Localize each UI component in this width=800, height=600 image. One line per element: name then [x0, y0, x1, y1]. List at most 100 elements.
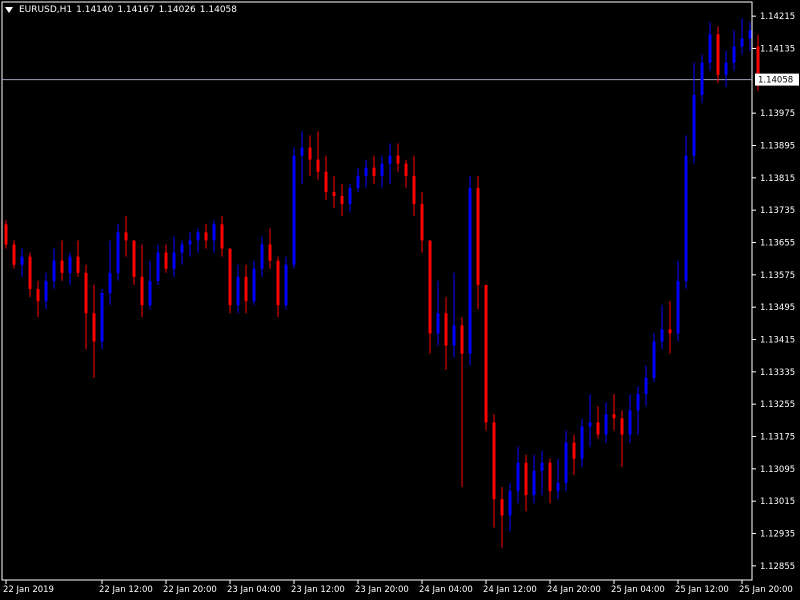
symbol-label: EURUSD,H1	[19, 5, 73, 15]
candle-body	[196, 232, 200, 241]
candle-body	[372, 167, 376, 176]
candle-body	[540, 462, 544, 471]
candle-body	[284, 264, 288, 306]
candle-body	[380, 163, 384, 176]
candle-body	[300, 147, 304, 156]
x-tick-label: 25 Jan 04:00	[611, 585, 665, 595]
candle-body	[364, 167, 368, 176]
y-tick-label: 1.13255	[760, 400, 795, 410]
y-tick-label: 1.13175	[760, 433, 795, 443]
x-tick-label: 25 Jan 20:00	[739, 585, 793, 595]
candle-body	[164, 252, 168, 269]
candle-body	[188, 240, 192, 245]
candle-body	[700, 62, 704, 95]
candle-body	[20, 256, 24, 265]
candle-body	[636, 394, 640, 411]
ohlc-high: 1.14167	[117, 5, 155, 15]
candle-body	[60, 260, 64, 273]
candle-body	[748, 30, 752, 39]
candle-body	[28, 256, 32, 289]
candle-body	[76, 256, 80, 273]
candle-body	[388, 155, 392, 164]
candle-body	[628, 410, 632, 435]
price-chart[interactable]: 1.14215 1.14135 1.13975 1.13895 1.13815 1.137…	[0, 0, 800, 600]
candle-body	[708, 34, 712, 63]
current-price-label: 1.14058	[758, 76, 793, 86]
candle-body	[516, 462, 520, 492]
candle-body	[340, 196, 344, 205]
y-tick-label: 1.13975	[760, 109, 795, 119]
candle-body	[316, 159, 320, 172]
candle-body	[228, 248, 232, 306]
candle-body	[740, 38, 744, 47]
candle-body	[428, 240, 432, 334]
x-tick-label: 24 Jan 12:00	[483, 585, 537, 595]
candle-body	[420, 204, 424, 241]
candle-body	[356, 175, 360, 188]
candle-body	[564, 442, 568, 483]
candle-body	[524, 462, 528, 496]
y-tick-label: 1.12935	[760, 530, 795, 540]
candle-body	[244, 276, 248, 302]
y-tick-label: 1.13655	[760, 238, 795, 248]
candle-body	[292, 155, 296, 265]
candle-body	[132, 240, 136, 277]
candle-body	[260, 244, 264, 269]
candle-body	[692, 94, 696, 156]
chart-header: EURUSD,H1 1.14140 1.14167 1.14026 1.1405…	[5, 5, 237, 15]
x-tick-label: 23 Jan 12:00	[291, 585, 345, 595]
candle-body	[276, 260, 280, 306]
ohlc-close: 1.14058	[199, 5, 237, 15]
candle-body	[68, 256, 72, 273]
candle-body	[532, 470, 536, 496]
candle-body	[660, 329, 664, 342]
candle-body	[460, 325, 464, 354]
chart-menu-arrow-icon[interactable]	[5, 7, 13, 13]
candle-body	[732, 46, 736, 63]
candle-body	[220, 224, 224, 249]
ohlc-low: 1.14026	[158, 5, 196, 15]
candle-body	[36, 288, 40, 302]
candle-body	[676, 280, 680, 334]
candle-body	[180, 244, 184, 253]
candle-body	[644, 377, 648, 395]
y-tick-label: 1.13095	[760, 465, 795, 475]
y-tick-label: 1.13735	[760, 206, 795, 216]
x-tick-label: 24 Jan 20:00	[547, 585, 601, 595]
candle-body	[236, 276, 240, 306]
candle-body	[148, 280, 152, 306]
candle-body	[204, 232, 208, 241]
x-tick-label: 25 Jan 12:00	[675, 585, 729, 595]
candle-body	[100, 293, 104, 342]
candle-body	[348, 187, 352, 205]
candle-body	[492, 422, 496, 500]
candle-body	[716, 34, 720, 75]
candle-body	[580, 426, 584, 459]
y-tick-label: 1.14215	[760, 12, 795, 22]
candle-body	[252, 268, 256, 302]
candle-body	[724, 62, 728, 75]
candle-body	[484, 284, 488, 423]
x-tick-label: 22 Jan 12:00	[99, 585, 153, 595]
candle-body	[452, 325, 456, 346]
x-tick-label: 23 Jan 04:00	[227, 585, 281, 595]
candle-body	[612, 414, 616, 419]
candle-body	[468, 187, 472, 354]
candle-body	[548, 462, 552, 492]
y-tick-label: 1.13415	[760, 336, 795, 346]
candle-body	[604, 414, 608, 435]
candle-body	[84, 272, 88, 314]
x-tick-label: 22 Jan 2019	[3, 585, 54, 595]
candle-body	[52, 260, 56, 281]
y-tick-label: 1.13895	[760, 141, 795, 151]
candle-body	[396, 155, 400, 164]
candle-body	[124, 232, 128, 241]
y-tick-label: 1.13335	[760, 368, 795, 378]
x-tick-label: 22 Jan 20:00	[163, 585, 217, 595]
candle-body	[12, 244, 16, 265]
candle-body	[668, 329, 672, 334]
candle-body	[212, 224, 216, 241]
candle-body	[444, 313, 448, 346]
candle-body	[556, 482, 560, 492]
x-tick-label: 24 Jan 04:00	[419, 585, 473, 595]
